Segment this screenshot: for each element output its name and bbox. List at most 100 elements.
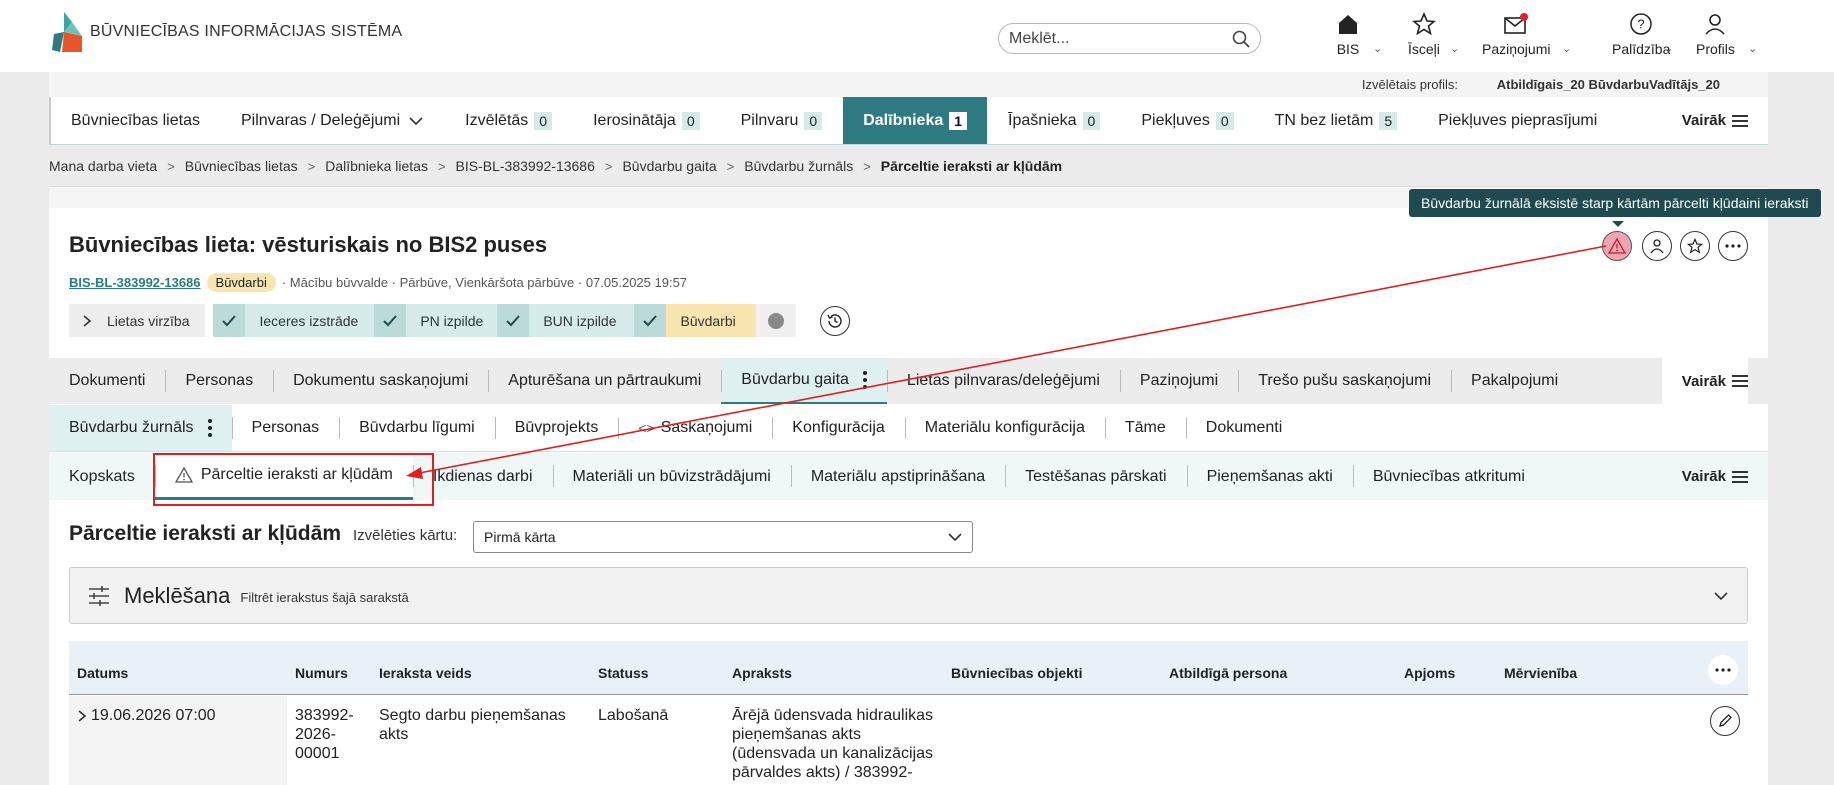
tab-buvdarbu-gaita[interactable]: Būvdarbu gaita [721, 358, 887, 404]
case-tabs-more-button[interactable]: Vairāk [1661, 358, 1748, 404]
tab-buvniecibas-atkritumi[interactable]: Būvniecības atkritumi [1352, 453, 1545, 500]
tab-piekluves-pieprasijumi[interactable]: Piekļuves pieprasījumi [1417, 97, 1617, 144]
layer-select[interactable]: Pirmā kārta [473, 521, 973, 553]
tab-izveletas[interactable]: Izvēlētās 0 [444, 97, 572, 144]
breadcrumb-item[interactable]: Dalībnieka lietas [325, 158, 428, 174]
tab-personas[interactable]: Personas [165, 358, 273, 404]
row-date[interactable]: 19.06.2026 07:00 [77, 706, 216, 725]
case-id-link[interactable]: BIS-BL-383992-13686 [69, 275, 201, 290]
tab-label: Būvdarbu gaita [741, 371, 849, 388]
column-header-mervieniba[interactable]: Mērvienība [1504, 665, 1577, 681]
column-header-objekti[interactable]: Būvniecības objekti [951, 665, 1082, 681]
tab-aptur-sana[interactable]: Apturēšana un pārtraukumi [488, 358, 721, 404]
progress-toggle-label: Lietas virzība [107, 312, 190, 329]
tab-pienemsanas-akti[interactable]: Pieņemšanas akti [1186, 453, 1353, 500]
tab-testesanas-parskati[interactable]: Testēšanas pārskati [1005, 453, 1186, 500]
history-button[interactable] [820, 306, 850, 336]
tab-dokumentu-saskanojumi[interactable]: Dokumentu saskaņojumi [273, 358, 488, 404]
tab-label: Īpašnieka [1008, 111, 1077, 129]
chevron-down-icon[interactable]: ⌄ [1373, 42, 1382, 55]
global-search[interactable] [998, 23, 1261, 54]
column-header-atbildiga-persona[interactable]: Atbildīgā persona [1169, 665, 1287, 681]
tab-pilnvaras[interactable]: Pilnvaras / Deleģējumi [219, 97, 444, 144]
nav-help[interactable]: ? Palīdzība [1612, 12, 1670, 57]
kebab-icon[interactable] [862, 371, 867, 389]
search-input[interactable] [1009, 29, 1232, 48]
tab-materialu-konfiguracija[interactable]: Materiālu konfigurācija [904, 405, 1105, 451]
nav-bis[interactable]: BIS [1336, 12, 1360, 57]
column-header-statuss[interactable]: Statuss [598, 665, 649, 681]
column-header-datums[interactable]: Datums [77, 665, 128, 681]
chevron-right-icon: > [604, 158, 613, 174]
breadcrumb-item[interactable]: Būvdarbu gaita [622, 158, 716, 174]
chevron-right-icon[interactable] [77, 709, 87, 723]
breadcrumb-item[interactable]: Mana darba vieta [49, 158, 157, 174]
progress-step-done: PN izpilde [374, 304, 498, 337]
row-type-line: akts [379, 726, 409, 743]
table-more-button[interactable] [1708, 655, 1738, 685]
tab-ierosinataja[interactable]: Ierosinātāja 0 [572, 97, 720, 144]
kebab-icon[interactable] [207, 419, 212, 437]
tab-pazinojumi[interactable]: Paziņojumi [1119, 358, 1238, 404]
tab-lietas-pilnvaras[interactable]: Lietas pilnvaras/deleģējumi [886, 358, 1120, 404]
breadcrumb-item[interactable]: BIS-BL-383992-13686 [456, 158, 595, 174]
menu-icon [1732, 114, 1748, 127]
tab-treso-pusu-saskanojumi[interactable]: Trešo pušu saskaņojumi [1238, 358, 1451, 404]
tab-label: Būvdarbu līgumi [359, 419, 475, 436]
chevron-down-icon [948, 532, 962, 541]
column-header-apjoms[interactable]: Apjoms [1404, 665, 1455, 681]
search-icon[interactable] [1232, 30, 1250, 48]
tab-buvniecibas-lietas[interactable]: Būvniecības lietas [49, 97, 220, 144]
breadcrumb-item[interactable]: Būvniecības lietas [185, 158, 298, 174]
more-label: Vairāk [1681, 372, 1726, 390]
column-header-numurs[interactable]: Numurs [295, 665, 348, 681]
favorite-button[interactable] [1680, 231, 1710, 261]
tab-personas[interactable]: Personas [231, 405, 340, 451]
profile-value[interactable]: Atbildīgais_20 BūvdarbuVadītājs_20 [1497, 77, 1720, 92]
breadcrumb-item[interactable]: Būvdarbu žurnāls [744, 158, 853, 174]
column-header-ieraksta-veids[interactable]: Ieraksta veids [379, 665, 472, 681]
warning-button[interactable] [1602, 231, 1632, 261]
bis-logo[interactable]: BŪVNIECĪBAS INFORMĀCIJAS SISTĒMA [52, 12, 402, 52]
chevron-down-icon[interactable]: ⌄ [1562, 42, 1571, 55]
more-actions-button[interactable] [1718, 231, 1748, 261]
nav-shortcuts[interactable]: Īsceļi [1408, 12, 1440, 57]
tab-materiali[interactable]: Materiāli un būvizstrādājumi [552, 453, 791, 500]
tab-buvdarbu-zurnals[interactable]: Būvdarbu žurnāls [49, 405, 232, 451]
tab-dokumenti[interactable]: Dokumenti [49, 358, 165, 404]
tab-buvprojekts[interactable]: Būvprojekts [494, 405, 619, 451]
progress-step-done: BUN izpilde [497, 304, 635, 337]
tab-dalibnieka[interactable]: Dalībnieka 1 [842, 97, 988, 144]
tab-ipasnieka[interactable]: Īpašnieka 0 [987, 97, 1120, 144]
table-row[interactable]: 19.06.2026 07:00 383992- 2026- 00001 Seg… [69, 696, 1748, 785]
chevron-down-icon[interactable]: ⌄ [1748, 42, 1757, 55]
tab-label: Dokumenti [1205, 419, 1283, 436]
tab-materialu-apstiprinasana[interactable]: Materiālu apstiprināšana [790, 453, 1005, 500]
search-panel-title: Meklēšana [124, 582, 231, 608]
row-type: Segto darbu pieņemšanas akts [379, 706, 566, 744]
tab-pakalpojumi[interactable]: Pakalpojumi [1451, 358, 1578, 404]
chevron-down-icon[interactable]: ⌄ [1664, 42, 1673, 55]
tab-saskanojumi[interactable]: <> Saskaņojumi [618, 405, 772, 451]
edit-button[interactable] [1710, 706, 1740, 736]
tab-kopskats[interactable]: Kopskats [49, 453, 155, 500]
tab-label: TN bez lietām [1274, 111, 1374, 129]
nav-notifications[interactable]: Paziņojumi [1482, 12, 1550, 57]
tab-dokumenti[interactable]: Dokumenti [1185, 405, 1302, 451]
chevron-down-icon[interactable]: ⌄ [1450, 42, 1459, 55]
column-header-apraksts[interactable]: Apraksts [732, 665, 792, 681]
tab-count-badge: 0 [1082, 111, 1101, 130]
tab-tame[interactable]: Tāme [1104, 405, 1186, 451]
participant-button[interactable] [1642, 231, 1672, 261]
main-tabs-more-button[interactable]: Vairāk [1682, 112, 1748, 129]
journal-tabs-more-button[interactable]: Vairāk [1682, 468, 1748, 485]
tab-buvdarbu-ligumi[interactable]: Būvdarbu līgumi [339, 405, 495, 451]
tab-tn-bez-lietam[interactable]: TN bez lietām 5 [1253, 97, 1418, 144]
tab-label: Ikdienas darbi [432, 467, 533, 485]
progress-toggle[interactable]: Lietas virzība [69, 304, 206, 337]
tab-piekluves[interactable]: Piekļuves 0 [1120, 97, 1253, 144]
tab-konfiguracija[interactable]: Konfigurācija [772, 405, 905, 451]
nav-profile[interactable]: Profils [1696, 12, 1735, 57]
search-panel-toggle[interactable]: Meklēšana Filtrēt ierakstus šajā sarakst… [69, 567, 1748, 624]
tab-pilnvaru[interactable]: Pilnvaru 0 [719, 97, 843, 144]
